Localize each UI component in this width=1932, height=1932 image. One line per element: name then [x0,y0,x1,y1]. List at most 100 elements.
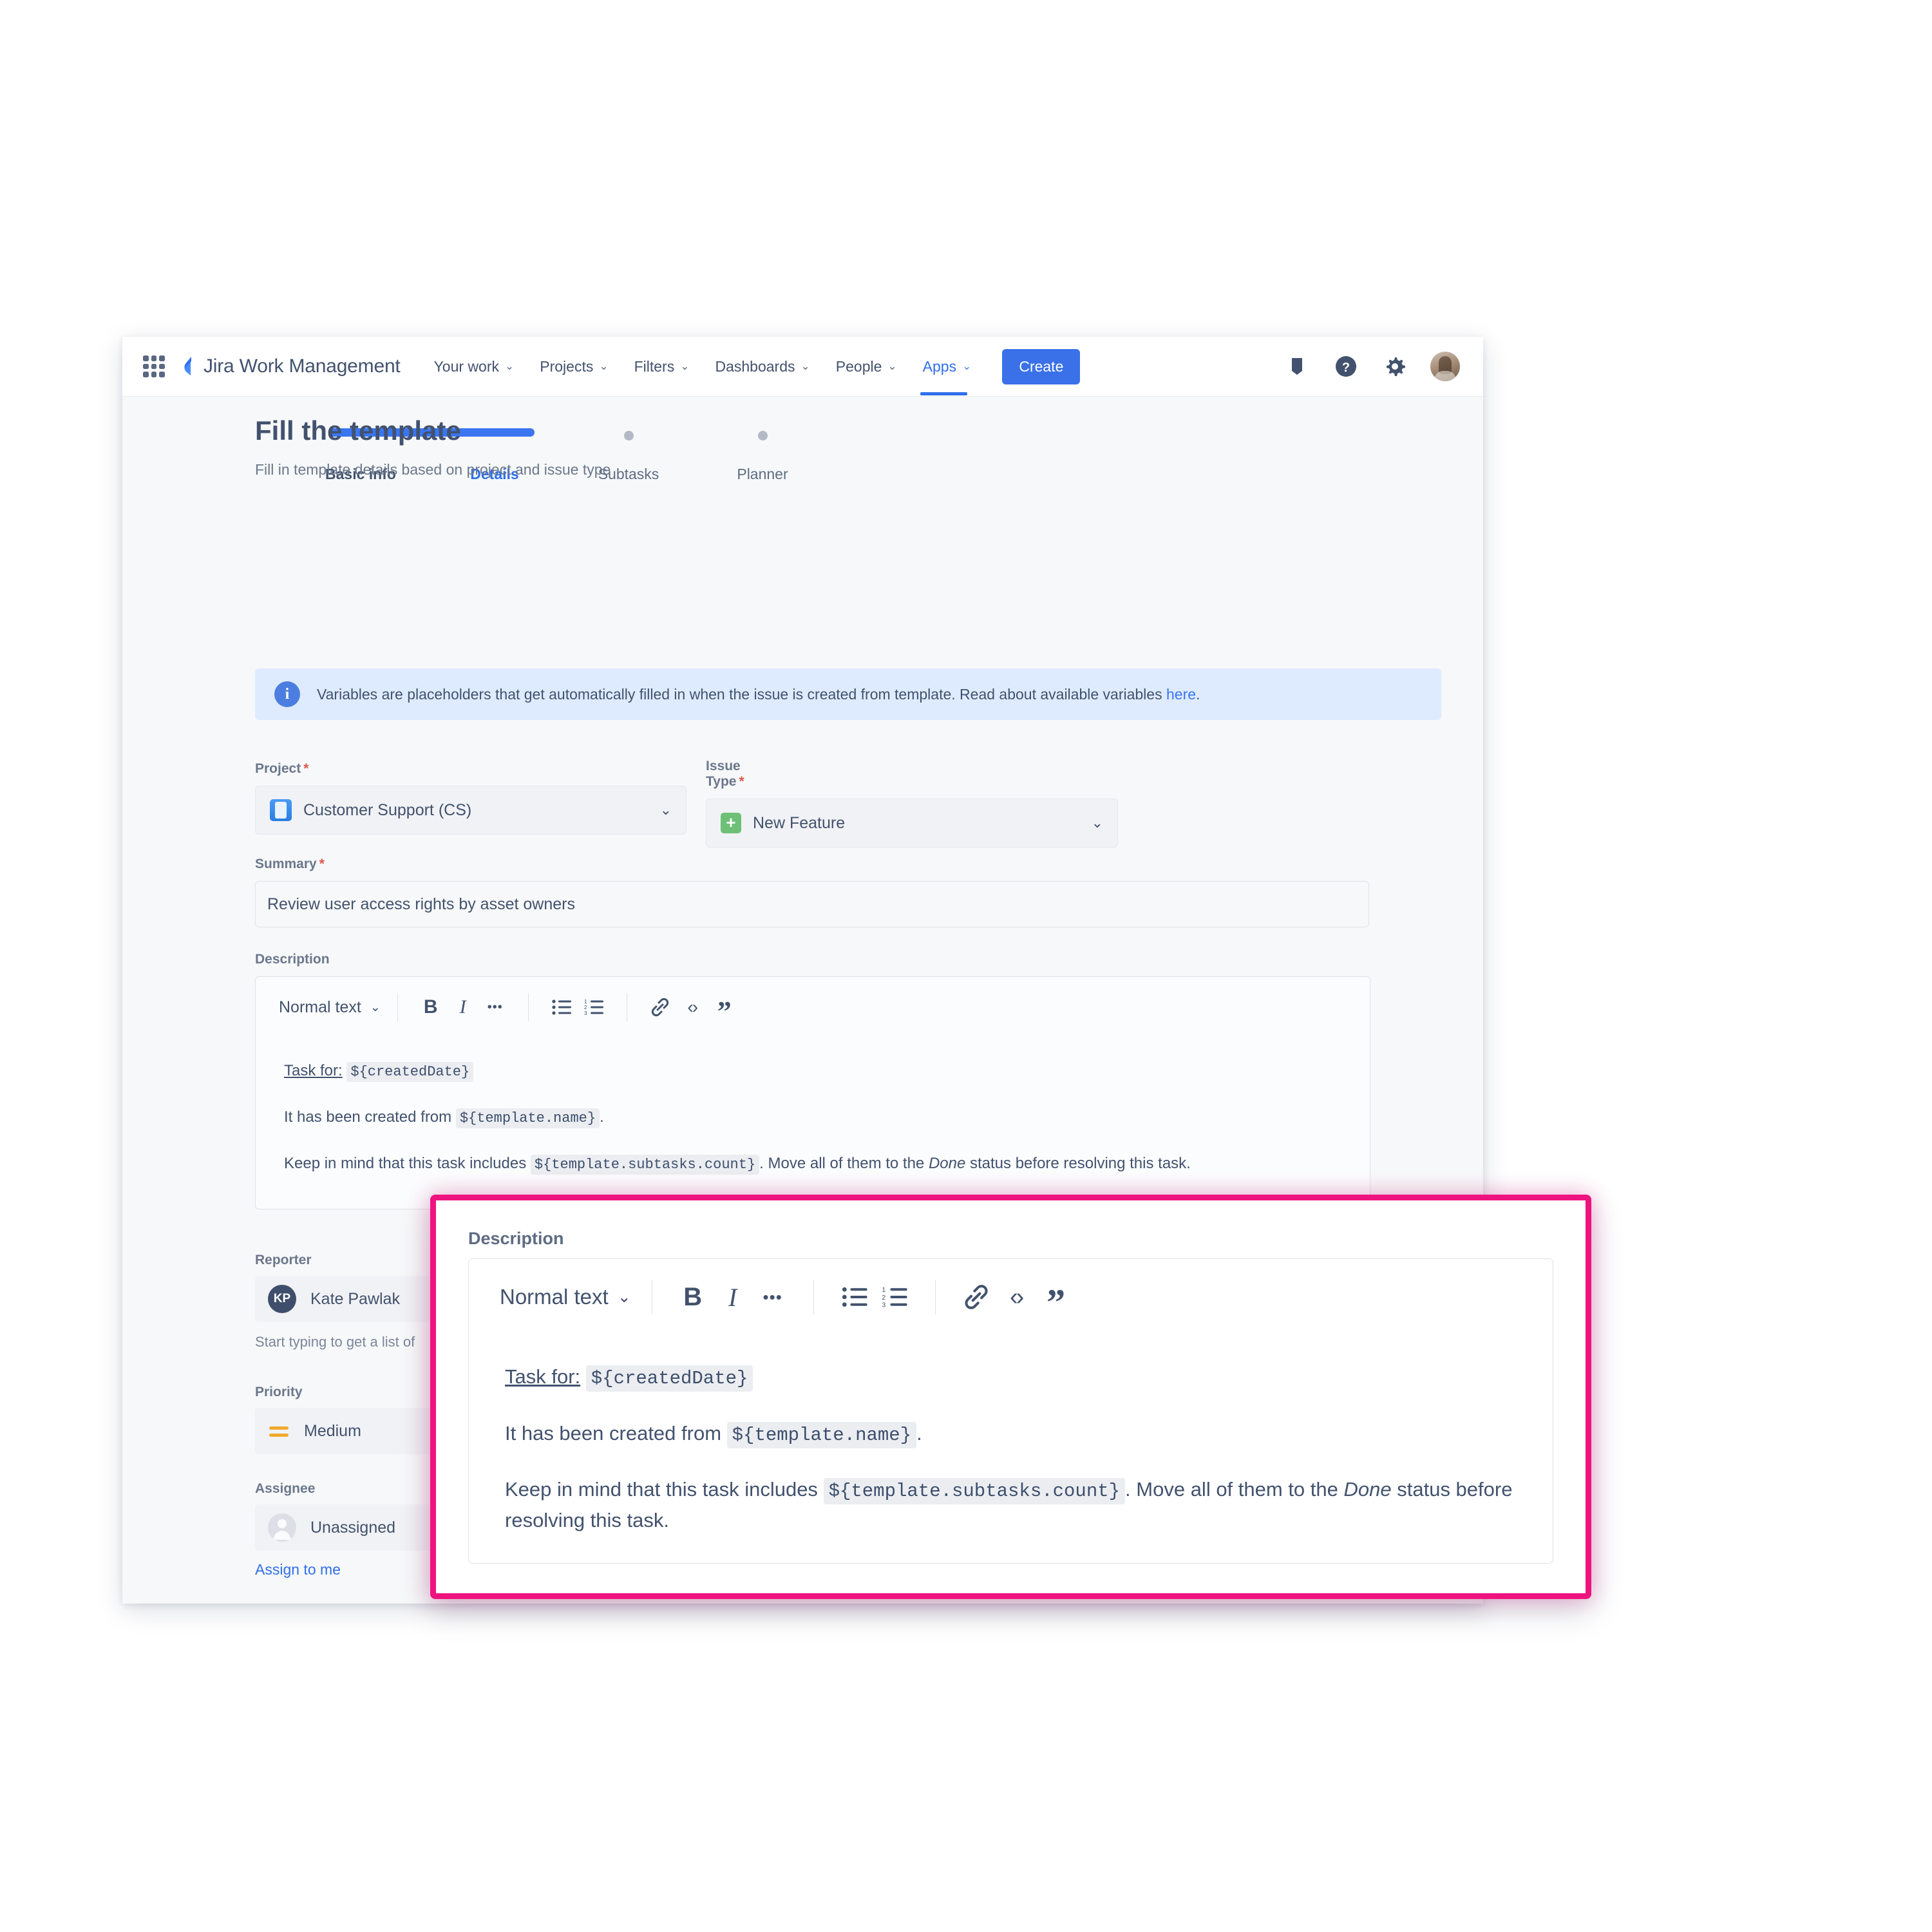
field-summary: Summary * Review user access rights by as… [255,857,1369,927]
svg-text:1: 1 [882,1287,886,1294]
line2-pre: It has been created from [284,1108,452,1126]
summary-input[interactable]: Review user access rights by asset owner… [255,881,1369,927]
task-for-label: Task for: [505,1365,581,1388]
settings-gear-icon[interactable] [1381,353,1408,380]
bold-icon[interactable]: B [415,991,447,1023]
field-description: Description Normal text ⌄ B I ••• 123 ‹›… [255,952,1370,1209]
nav-item-apps[interactable]: Apps ⌄ [920,353,974,395]
done-status-text: Done [1343,1478,1392,1501]
stepper-step-planner[interactable]: Planner [696,428,829,483]
created-date-variable: ${createdDate} [585,1365,753,1392]
description-paragraph-2: It has been created from ${template.name… [284,1106,1341,1129]
code-icon[interactable]: ‹› [996,1277,1036,1317]
banner-period: . [1196,685,1200,703]
field-label-text: Project [255,761,301,776]
callout-description-editor: Normal text ⌄ B I ••• 123 ‹› ” Task for:… [468,1258,1553,1564]
stepper-dot [757,430,768,440]
page-subtitle: Fill in template details based on projec… [255,461,611,478]
screenshot-stage: Jira Work Management Your work ⌄ Project… [0,0,1932,1932]
issue-type-select[interactable]: + New Feature ⌄ [706,799,1118,848]
more-formatting-icon[interactable]: ••• [753,1277,793,1317]
code-icon[interactable]: ‹› [676,991,708,1023]
quote-icon[interactable]: ” [708,987,741,1028]
description-zoom-callout: Description Normal text ⌄ B I ••• 123 ‹›… [430,1195,1591,1599]
notifications-icon[interactable] [1283,353,1311,380]
nav-item-filters[interactable]: Filters ⌄ [632,353,692,381]
callout-text-style-dropdown[interactable]: Normal text ⌄ [500,1285,631,1309]
project-select[interactable]: Customer Support (CS) ⌄ [255,786,687,835]
nav-item-label: Projects [540,357,594,375]
jira-logo-icon [184,357,191,375]
help-icon[interactable]: ? [1332,353,1359,380]
description-paragraph-3: Keep in mind that this task includes ${t… [284,1152,1341,1175]
toolbar-divider [527,993,529,1021]
field-label: Description [255,952,1370,967]
italic-icon[interactable]: I [447,991,479,1023]
svg-text:2: 2 [882,1294,886,1302]
nav-item-your-work[interactable]: Your work ⌄ [431,353,517,381]
line3-post: status before resolving this task. [970,1155,1191,1172]
issue-type-selected-value: New Feature [753,813,846,832]
priority-value: Medium [304,1421,361,1440]
create-button[interactable]: Create [1002,348,1081,384]
bold-icon[interactable]: B [673,1277,713,1317]
quote-icon[interactable]: ” [1036,1271,1076,1323]
project-selected-value: Customer Support (CS) [303,800,472,819]
more-formatting-icon[interactable]: ••• [479,991,511,1023]
nav-item-people[interactable]: People ⌄ [833,353,900,381]
svg-text:1: 1 [584,999,587,1005]
line2-post: . [600,1108,604,1126]
toolbar-divider [934,1280,936,1314]
nav-item-label: Apps [922,357,957,375]
required-marker: * [319,857,325,871]
callout-description-body[interactable]: Task for: ${createdDate} It has been cre… [469,1335,1553,1588]
numbered-list-icon[interactable]: 123 [578,991,610,1023]
field-label-text: Issue Type [706,759,741,789]
template-name-variable: ${template.name} [455,1108,600,1128]
new-feature-icon: + [721,813,741,833]
numbered-list-icon[interactable]: 123 [875,1277,914,1317]
text-style-value: Normal text [279,998,361,1016]
description-editor: Normal text ⌄ B I ••• 123 ‹› ” Task for:… [255,976,1370,1209]
nav-item-projects[interactable]: Projects ⌄ [537,353,611,381]
top-navigation-bar: Jira Work Management Your work ⌄ Project… [122,337,1483,397]
description-body[interactable]: Task for: ${createdDate} It has been cre… [256,1037,1370,1209]
chevron-down-icon: ⌄ [962,360,972,372]
brand-home-link[interactable]: Jira Work Management [179,355,401,377]
svg-text:2: 2 [584,1005,587,1010]
task-for-label: Task for: [284,1062,343,1079]
svg-text:3: 3 [882,1302,886,1308]
callout-editor-toolbar: Normal text ⌄ B I ••• 123 ‹› ” [469,1259,1553,1335]
text-style-dropdown[interactable]: Normal text ⌄ [279,998,381,1017]
banner-here-link[interactable]: here [1166,686,1196,703]
nav-item-label: Dashboards [715,357,795,375]
chevron-down-icon: ⌄ [617,1288,631,1306]
reporter-avatar: KP [268,1285,296,1313]
link-icon[interactable] [956,1277,996,1317]
bullet-list-icon[interactable] [545,991,578,1023]
stepper-dot [623,430,634,440]
description-paragraph-2: It has been created from ${template.name… [505,1419,1517,1450]
reporter-value: Kate Pawlak [310,1289,400,1308]
field-label: Summary * [255,857,1369,872]
italic-icon[interactable]: I [713,1277,753,1317]
user-avatar[interactable] [1430,352,1460,381]
page-title: Fill the template [255,415,461,446]
chevron-down-icon: ⌄ [370,1000,381,1014]
subtasks-count-variable: ${template.subtasks.count} [530,1155,760,1175]
nav-item-dashboards[interactable]: Dashboards ⌄ [712,353,812,381]
bullet-list-icon[interactable] [835,1277,875,1317]
chevron-down-icon: ⌄ [1091,815,1103,831]
app-switcher-icon[interactable] [143,355,165,377]
text-style-value: Normal text [500,1285,609,1309]
description-paragraph-1: Task for: ${createdDate} [505,1362,1517,1393]
link-icon[interactable] [644,991,676,1023]
line3-mid: . Move all of them to the [1125,1478,1338,1501]
field-label-text: Summary [255,857,317,871]
chevron-down-icon: ⌄ [505,360,515,372]
editor-toolbar: Normal text ⌄ B I ••• 123 ‹› ” [256,977,1370,1037]
nav-item-label: People [835,357,882,375]
chevron-down-icon: ⌄ [659,802,672,818]
banner-text: Variables are placeholders that get auto… [317,685,1166,703]
stepper-step-label: Planner [737,466,788,482]
